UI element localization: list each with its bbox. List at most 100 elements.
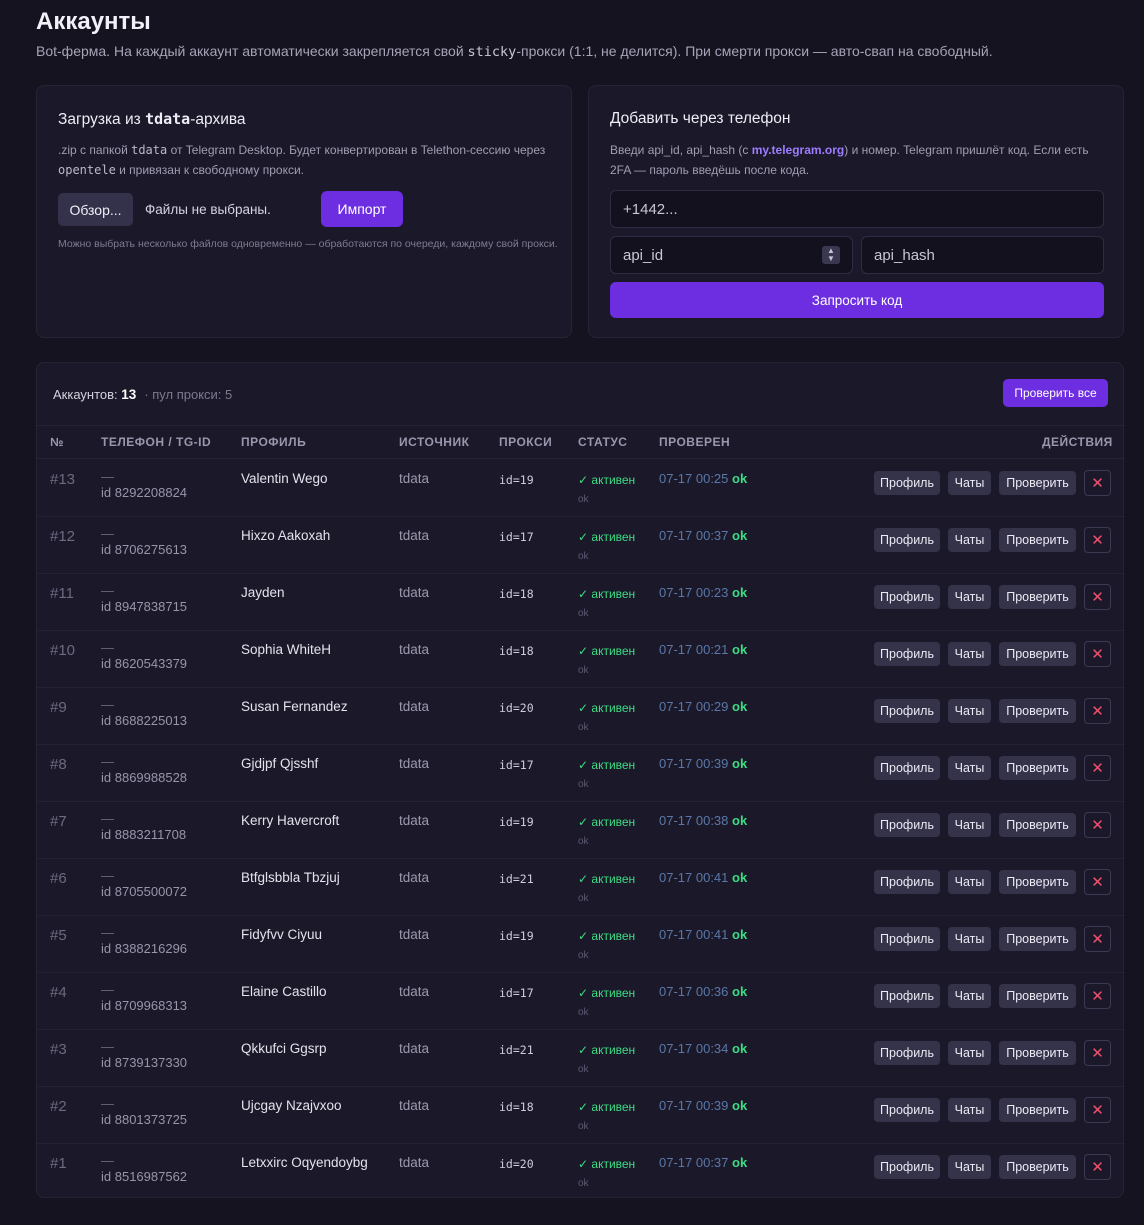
table-row: #11 — id 8947838715 Jayden tdata id=18 ✓ актив… [37,574,1125,631]
table-row: #2 — id 8801373725 Ujcgay Nzajvxoo tdata id=1… [37,1087,1125,1144]
account-source: tdata [399,699,430,714]
profile-button[interactable]: Профиль [874,1155,940,1179]
chats-button[interactable]: Чаты [948,984,991,1008]
import-button[interactable]: Импорт [321,191,403,227]
check-button[interactable]: Проверить [999,1155,1076,1179]
accounts-count: 13 [121,387,137,402]
profile-button[interactable]: Профиль [874,471,940,495]
account-source: tdata [399,585,430,600]
check-button[interactable]: Проверить [999,756,1076,780]
check-button[interactable]: Проверить [999,585,1076,609]
table-row: #1 — id 8516987562 Letxxirc Oqyendoybg tdata… [37,1144,1125,1201]
delete-icon[interactable]: ✕ [1084,641,1111,667]
api-id-input[interactable]: api_id ▲ ▼ [610,236,853,274]
chats-button[interactable]: Чаты [948,870,991,894]
chats-button[interactable]: Чаты [948,756,991,780]
table-row: #10 — id 8620543379 Sophia WhiteH tdata id=18… [37,631,1125,688]
delete-icon[interactable]: ✕ [1084,470,1111,496]
profile-button[interactable]: Профиль [874,813,940,837]
delete-icon[interactable]: ✕ [1084,812,1111,838]
browse-files-button[interactable]: Обзор... [58,193,133,226]
account-source: tdata [399,1098,430,1113]
chats-button[interactable]: Чаты [948,1098,991,1122]
account-proxy: id=21 [499,1043,534,1057]
status-badge: ✓ активен ok [578,1157,636,1189]
account-source: tdata [399,642,430,657]
check-button[interactable]: Проверить [999,1041,1076,1065]
status-badge: ✓ активен ok [578,1100,636,1132]
chats-button[interactable]: Чаты [948,471,991,495]
delete-icon[interactable]: ✕ [1084,1040,1111,1066]
check-button[interactable]: Проверить [999,642,1076,666]
delete-icon[interactable]: ✕ [1084,983,1111,1009]
account-tg-id: id 8292208824 [101,485,188,500]
profile-button[interactable]: Профиль [874,1041,940,1065]
account-proxy: id=20 [499,701,534,715]
account-number: #12 [50,528,76,545]
api-hash-input[interactable]: api_hash [861,236,1104,274]
account-source: tdata [399,870,430,885]
account-proxy: id=17 [499,530,534,544]
status-badge: ✓ активен ok [578,587,636,619]
check-button[interactable]: Проверить [999,1098,1076,1122]
delete-icon[interactable]: ✕ [1084,755,1111,781]
check-button[interactable]: Проверить [999,870,1076,894]
account-source: tdata [399,984,430,999]
chats-button[interactable]: Чаты [948,699,991,723]
number-stepper-icon[interactable]: ▲ ▼ [822,246,840,264]
check-button[interactable]: Проверить [999,471,1076,495]
delete-icon[interactable]: ✕ [1084,698,1111,724]
table-row: #5 — id 8388216296 Fidyfvv Ciyuu tdata id=19 ✓… [37,916,1125,973]
header-checked: ПРОВЕРЕН [659,435,731,449]
delete-icon[interactable]: ✕ [1084,527,1111,553]
profile-button[interactable]: Профиль [874,1098,940,1122]
status-badge: ✓ активен ok [578,473,636,505]
check-button[interactable]: Проверить [999,927,1076,951]
profile-button[interactable]: Профиль [874,756,940,780]
delete-icon[interactable]: ✕ [1084,1154,1111,1180]
check-button[interactable]: Проверить [999,813,1076,837]
profile-button[interactable]: Профиль [874,699,940,723]
profile-button[interactable]: Профиль [874,528,940,552]
profile-button[interactable]: Профиль [874,870,940,894]
status-badge: ✓ активен ok [578,758,636,790]
check-button[interactable]: Проверить [999,528,1076,552]
account-tg-id: id 8947838715 [101,599,188,614]
page-title: Аккаунты [36,8,151,35]
tdata-card-title: Загрузка из tdata-архива [58,110,246,128]
telegram-org-link[interactable]: my.telegram.org [752,143,844,157]
chats-button[interactable]: Чаты [948,1155,991,1179]
profile-button[interactable]: Профиль [874,642,940,666]
account-phone: — id 8706275613 [101,526,188,557]
delete-icon[interactable]: ✕ [1084,584,1111,610]
check-button[interactable]: Проверить [999,984,1076,1008]
delete-icon[interactable]: ✕ [1084,926,1111,952]
chats-button[interactable]: Чаты [948,1041,991,1065]
account-checked-time: 07-17 00:29 ok [659,699,748,714]
chats-button[interactable]: Чаты [948,642,991,666]
account-checked-time: 07-17 00:37 ok [659,1155,748,1170]
account-checked-time: 07-17 00:21 ok [659,642,748,657]
account-tg-id: id 8706275613 [101,542,188,557]
chats-button[interactable]: Чаты [948,585,991,609]
status-badge: ✓ активен ok [578,1043,636,1075]
header-proxy: ПРОКСИ [499,435,553,449]
chats-button[interactable]: Чаты [948,927,991,951]
phone-input[interactable]: +1442... [610,190,1104,228]
account-checked-time: 07-17 00:41 ok [659,870,748,885]
check-all-button[interactable]: Проверить все [1003,379,1108,407]
delete-icon[interactable]: ✕ [1084,869,1111,895]
account-source: tdata [399,1041,430,1056]
chats-button[interactable]: Чаты [948,528,991,552]
delete-icon[interactable]: ✕ [1084,1097,1111,1123]
status-badge: ✓ активен ok [578,929,636,961]
profile-button[interactable]: Профиль [874,927,940,951]
status-badge: ✓ активен ok [578,986,636,1018]
request-code-button[interactable]: Запросить код [610,282,1104,318]
check-button[interactable]: Проверить [999,699,1076,723]
account-profile-name: Elaine Castillo [241,984,327,999]
profile-button[interactable]: Профиль [874,585,940,609]
chats-button[interactable]: Чаты [948,813,991,837]
profile-button[interactable]: Профиль [874,984,940,1008]
account-phone: — id 8516987562 [101,1153,188,1184]
